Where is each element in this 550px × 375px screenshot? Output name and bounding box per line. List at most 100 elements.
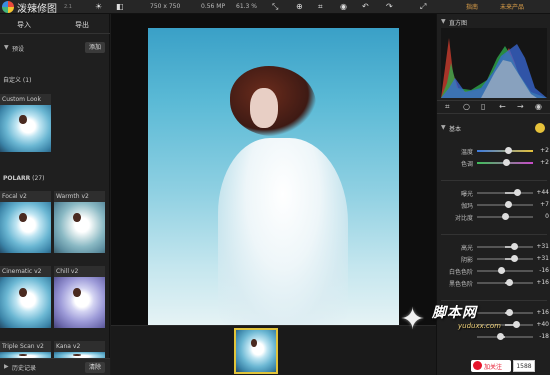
follower-count: 1588 [513,360,535,372]
watermark-title: 脚本网 [432,305,477,321]
eye-icon[interactable]: ◉ [340,2,347,11]
slider-label: 曝光 [460,191,473,198]
preset-label: Custom Look [0,94,51,105]
filmstrip-thumbnail[interactable] [234,328,278,374]
photo-face [250,88,278,128]
preset-focal[interactable]: Focal v2 [0,191,51,253]
preset-thumbnail [0,277,51,328]
back-arrow-icon[interactable]: ← [499,102,506,111]
histogram-chart [441,28,547,98]
forward-arrow-icon[interactable]: → [517,102,524,111]
slider-label: 黑色色阶 [448,281,473,288]
star-icon: ✦ [400,302,426,337]
slider-value: +2 [540,159,549,166]
history-label: 历史记录 [12,365,37,372]
presets-header[interactable]: ▼ 预设 添加 [0,42,110,56]
slider-row: 白色色阶 -16 [437,266,550,276]
redo-icon[interactable]: ↷ [386,2,393,11]
photo-dress [218,138,348,326]
crop-icon[interactable]: ⌗ [318,2,323,12]
preset-triple-scan[interactable]: Triple Scan v2 [0,341,51,358]
rectangle-mask-icon[interactable]: ▯ [481,102,485,111]
crop-icon[interactable]: ⌗ [445,102,450,112]
slider-knob[interactable] [505,201,513,208]
slider-row: 高光 +31 [437,242,550,252]
preset-warmth[interactable]: Warmth v2 [54,191,105,253]
slider-knob[interactable] [504,147,512,154]
image-dimensions: 750 x 750 [150,3,181,10]
slider-value: +7 [540,201,549,208]
crop-tools-row: ⌗ ○ ▯ ← → ◉ [437,100,550,114]
slider-knob[interactable] [503,159,511,166]
slider-row: 黑色色阶 +16 [437,278,550,288]
custom-group-title: 自定义 (1) [3,77,32,84]
presets-label: 预设 [12,46,25,53]
clear-history-button[interactable]: 清除 [85,362,105,373]
histogram-label: 直方图 [449,20,468,27]
slider-row: 色调 +2 [437,158,550,168]
filmstrip [111,325,436,375]
fit-screen-icon[interactable]: ⤡ [272,2,278,12]
section-divider [441,234,547,235]
undo-icon[interactable]: ↶ [362,2,369,11]
preset-label: Kana v2 [54,341,105,352]
basic-header[interactable]: ▼ 基本 [437,122,550,134]
tab-import[interactable]: 导入 [17,20,31,30]
slider-knob[interactable] [510,255,518,262]
chevron-down-icon: ▼ [441,18,446,25]
slider-value: +2 [540,147,549,154]
main-photo[interactable] [148,28,399,326]
slider-value: +44 [536,189,549,196]
slider-knob[interactable] [502,213,509,220]
circle-mask-icon[interactable]: ○ [463,102,470,111]
history-header[interactable]: ▶ 历史记录 清除 [0,358,110,375]
basic-label: 基本 [449,126,462,133]
follow-label: 加关注 [484,364,503,371]
top-toolbar: 泼辣修图 2.1 ☀ ◧ 750 x 750 0.56 MP 61.3 % ⤡ … [0,0,550,15]
preset-thumbnail [0,105,51,152]
histogram-header[interactable]: ▼ 直方图 [437,16,550,28]
watermark-url: yuduxx.com [458,322,501,330]
canvas-area [111,14,436,375]
guide-link[interactable]: 指南 [466,2,478,11]
import-export-tabs: 导入 导出 [0,14,110,34]
preset-cinematic[interactable]: Cinematic v2 [0,266,51,328]
follow-button[interactable]: 加关注 [471,360,511,372]
fullscreen-icon[interactable]: ⤢ [420,2,426,12]
slider-row: 曝光 +44 [437,188,550,198]
slider-value: +31 [536,255,549,262]
preset-label: Focal v2 [0,191,51,202]
future-products-link[interactable]: 未来产品 [500,2,524,11]
sun-icon[interactable]: ☀ [95,2,102,11]
slider-knob[interactable] [506,279,514,286]
zoom-icon[interactable]: ⊕ [296,2,303,11]
compare-icon[interactable]: ◧ [116,2,124,11]
app-version: 2.1 [64,4,72,10]
slider-label: 温度 [460,149,473,156]
slider-row: 对比度 0 [437,212,550,222]
slider-value: +31 [536,243,549,250]
slider-track[interactable] [477,270,533,272]
slider-knob[interactable] [497,267,505,274]
app-logo-icon [2,1,14,13]
add-preset-button[interactable]: 添加 [85,42,105,53]
section-divider [441,180,547,181]
slider-row: 温度 +2 [437,146,550,156]
preset-label: Cinematic v2 [0,266,51,277]
tab-export[interactable]: 导出 [75,20,89,30]
slider-value: 0 [545,213,549,220]
preset-custom-look[interactable]: Custom Look [0,94,51,152]
preset-chill[interactable]: Chill v2 [54,266,105,328]
left-panel: 导入 导出 ▼ 预设 添加 自定义 (1) Custom Look POLARR… [0,14,110,375]
basic-toggle[interactable] [535,123,545,133]
preset-thumbnail [54,202,105,253]
slider-value: -16 [539,267,549,274]
slider-row: 阴影 +31 [437,254,550,264]
eye-icon[interactable]: ◉ [535,102,542,111]
slider-label: 伽玛 [460,203,473,210]
slider-knob[interactable] [510,243,518,250]
slider-knob[interactable] [514,189,522,196]
preset-kana[interactable]: Kana v2 [54,341,105,358]
site-watermark: ✦ 脚本网 yuduxx.com [400,298,545,348]
app-title: 泼辣修图 [17,4,57,15]
